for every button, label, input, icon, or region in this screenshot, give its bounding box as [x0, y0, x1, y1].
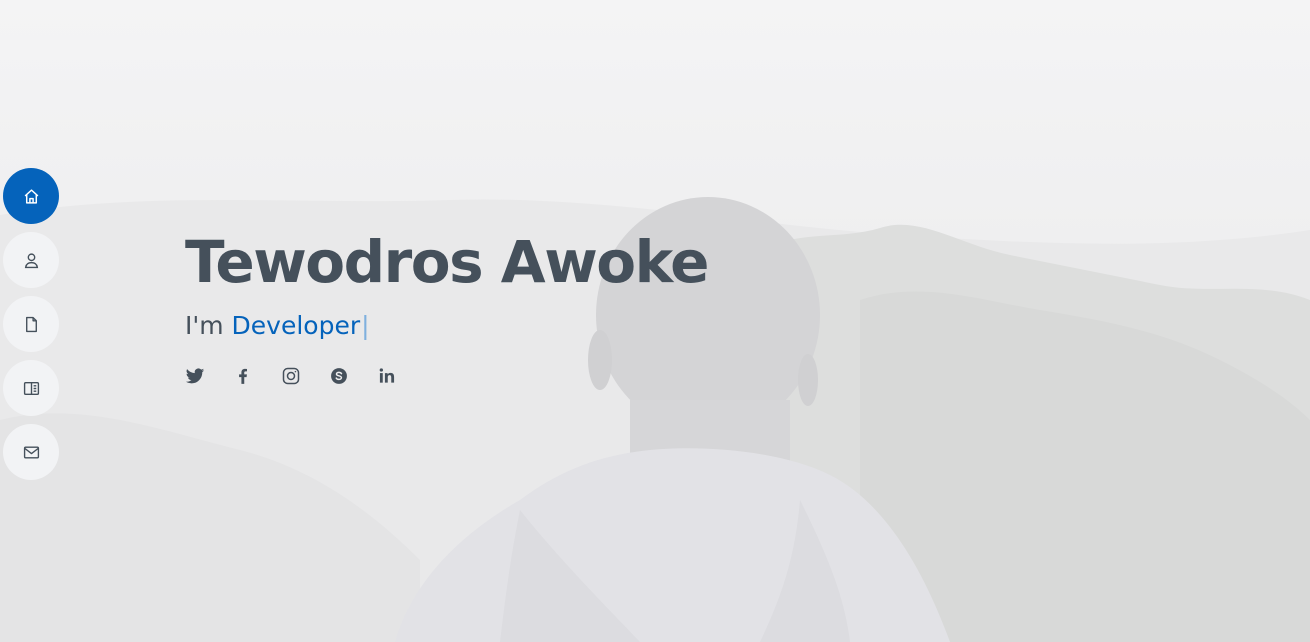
home-icon	[23, 188, 40, 205]
linkedin-link[interactable]	[377, 366, 397, 386]
social-links	[185, 366, 708, 386]
hero-tagline: I'm Developer|	[185, 308, 708, 344]
instagram-link[interactable]	[281, 366, 301, 386]
skype-icon	[329, 366, 349, 386]
user-icon	[23, 252, 40, 269]
nav-item-about[interactable]	[3, 232, 59, 288]
intro-block: Tewodros Awoke I'm Developer|	[185, 222, 709, 386]
side-nav	[3, 168, 59, 480]
facebook-link[interactable]	[233, 366, 253, 386]
hero-name: Tewodros Awoke	[185, 228, 709, 296]
nav-item-portfolio[interactable]	[3, 360, 59, 416]
typing-cursor: |	[361, 311, 370, 340]
mail-icon	[23, 444, 40, 461]
skype-link[interactable]	[329, 366, 349, 386]
book-icon	[23, 380, 40, 397]
tagline-role: Developer	[231, 311, 361, 340]
twitter-icon	[185, 366, 205, 386]
twitter-link[interactable]	[185, 366, 205, 386]
facebook-icon	[233, 366, 253, 386]
hero-section: Tewodros Awoke I'm Developer|	[0, 0, 1310, 642]
linkedin-icon	[377, 366, 397, 386]
nav-item-contact[interactable]	[3, 424, 59, 480]
file-icon	[23, 316, 40, 333]
instagram-icon	[281, 366, 301, 386]
nav-item-resume[interactable]	[3, 296, 59, 352]
nav-item-home[interactable]	[3, 168, 59, 224]
tagline-prefix: I'm	[185, 311, 232, 340]
